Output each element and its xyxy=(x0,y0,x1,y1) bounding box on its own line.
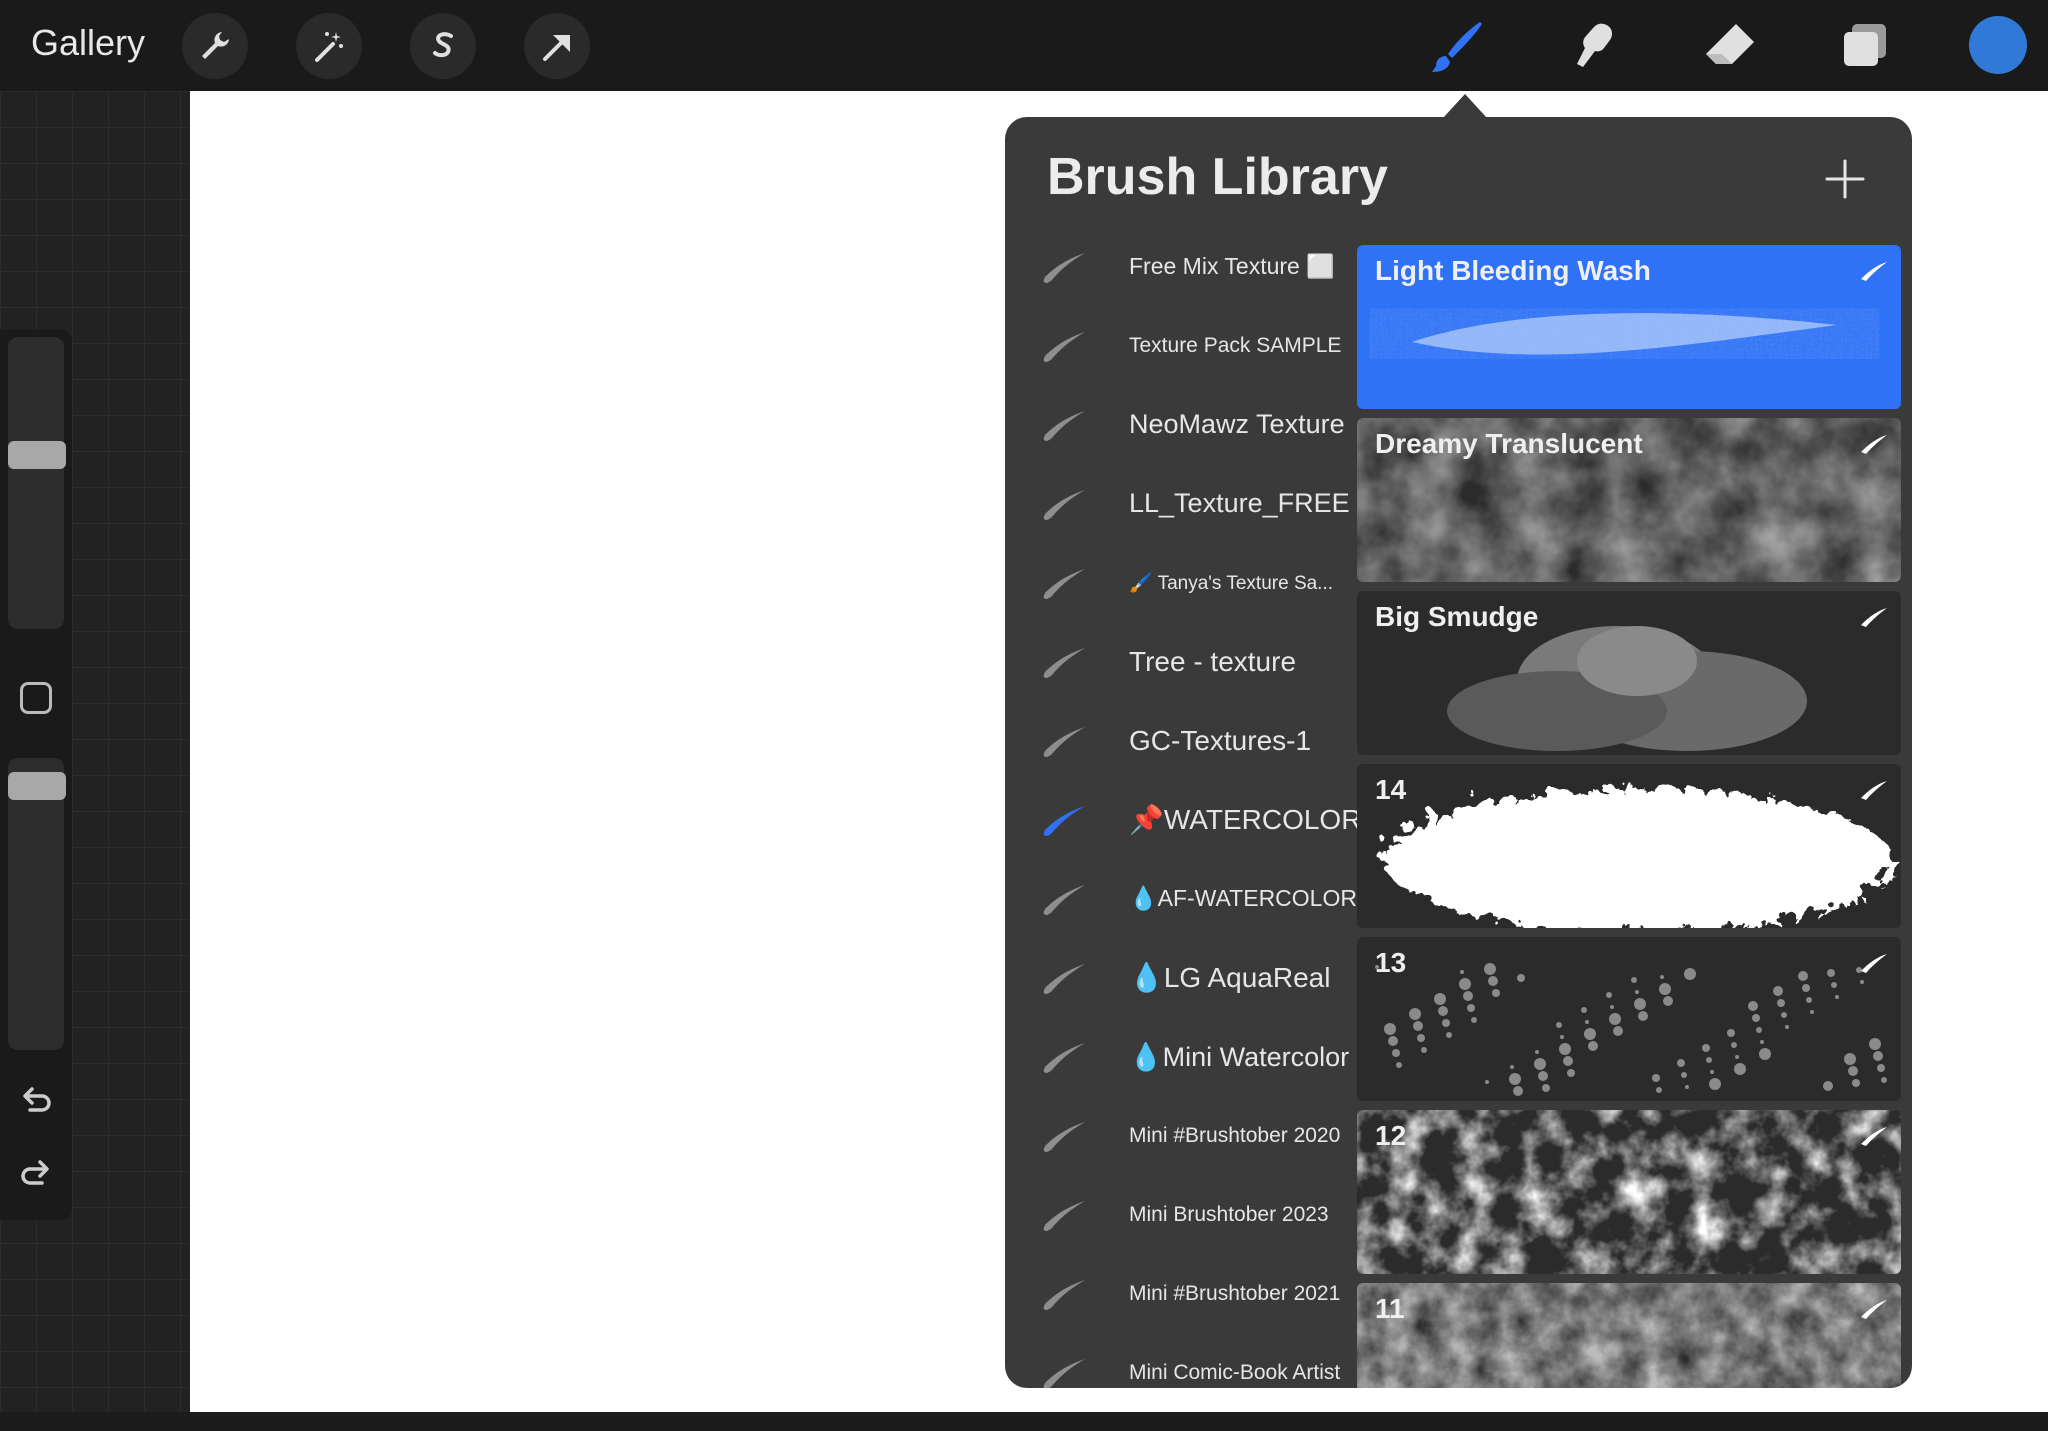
brush-set-stack-icon xyxy=(1043,1043,1085,1073)
brush-name: Light Bleeding Wash xyxy=(1375,255,1651,286)
brush-set-label: Mini #Brushtober 2021 xyxy=(1129,1281,1341,1305)
brush-card[interactable]: Big Smudge xyxy=(1357,591,1901,755)
color-picker-button[interactable] xyxy=(1969,16,2027,74)
brush-set-item[interactable]: Mini #Brushtober 2020 xyxy=(1005,1096,1355,1175)
brush-set-item[interactable]: GC-Textures-1 xyxy=(1005,701,1355,780)
selection-s-icon[interactable] xyxy=(410,13,476,79)
brush-name: 11 xyxy=(1375,1293,1405,1324)
brush-set-stack-icon xyxy=(1043,332,1085,362)
brush-set-stack-icon xyxy=(1043,1280,1085,1310)
brush-set-label: Mini #Brushtober 2020 xyxy=(1129,1123,1341,1147)
panel-title: Brush Library xyxy=(1047,148,1388,206)
brush-set-stack-icon xyxy=(1043,490,1085,520)
brush-source-icon xyxy=(1861,781,1887,800)
brush-icon[interactable] xyxy=(1426,14,1490,78)
brush-set-stack-icon xyxy=(1043,806,1085,836)
brush-set-item[interactable]: Mini Comic-Book Artist xyxy=(1005,1333,1355,1388)
brush-source-icon xyxy=(1861,262,1887,281)
brush-set-stack-icon xyxy=(1043,648,1085,678)
brush-set-item[interactable]: Texture Pack SAMPLE xyxy=(1005,306,1355,385)
magic-wand-icon[interactable] xyxy=(296,13,362,79)
brush-set-item[interactable]: Mini Brushtober 2023 xyxy=(1005,1175,1355,1254)
brush-source-icon xyxy=(1861,608,1887,627)
modify-button[interactable] xyxy=(20,682,52,714)
brush-set-stack-icon xyxy=(1043,964,1085,994)
brush-set-stack-icon xyxy=(1043,411,1085,441)
brush-name: Dreamy Translucent xyxy=(1375,428,1643,459)
brush-source-icon xyxy=(1861,1127,1887,1146)
brush-stroke-preview xyxy=(1377,782,1887,926)
brush-set-label: 🖌️ Tanya's Texture Sa... xyxy=(1129,572,1334,594)
brush-name: 12 xyxy=(1375,1120,1407,1151)
brush-name: 14 xyxy=(1375,774,1407,805)
canvas-bottom-strip xyxy=(0,1412,2048,1431)
brush-set-stack-icon xyxy=(1043,885,1085,915)
brush-set-label: 💧LG AquaReal xyxy=(1129,962,1331,993)
brush-set-item[interactable]: 💧AF-WATERCOLOR xyxy=(1005,859,1357,938)
brush-set-label: Free Mix Texture ⬜ xyxy=(1129,253,1335,279)
brush-set-stack-icon xyxy=(1043,569,1085,599)
brush-name: Big Smudge xyxy=(1375,601,1539,632)
brush-set-label: Tree - texture xyxy=(1129,645,1297,677)
brush-name: 13 xyxy=(1375,947,1407,978)
undo-icon[interactable] xyxy=(18,1082,54,1118)
brush-set-item[interactable]: Free Mix Texture ⬜ xyxy=(1005,227,1355,306)
panel-pointer xyxy=(1443,94,1487,118)
brush-set-item[interactable]: LL_Texture_FREE xyxy=(1005,464,1355,543)
brush-size-thumb[interactable] xyxy=(8,441,66,469)
brush-set-stack-icon xyxy=(1043,727,1085,757)
eraser-icon[interactable] xyxy=(1698,14,1762,78)
opacity-slider[interactable] xyxy=(8,758,64,1050)
brush-source-icon xyxy=(1861,435,1887,454)
brush-set-item[interactable]: 📌WATERCOLOR xyxy=(1005,780,1359,859)
brush-stroke-preview xyxy=(1375,963,1887,1096)
brush-set-label: LL_Texture_FREE xyxy=(1129,488,1350,518)
wrench-icon[interactable] xyxy=(182,13,248,79)
brush-set-item[interactable]: 💧Mini Watercolor xyxy=(1005,1017,1355,1096)
brush-source-icon xyxy=(1861,954,1887,973)
layers-icon[interactable] xyxy=(1834,14,1898,78)
brush-set-stack-icon xyxy=(1043,1201,1085,1231)
brush-set-stack-icon xyxy=(1043,253,1085,283)
gallery-button[interactable]: Gallery xyxy=(31,22,145,64)
brush-card[interactable]: 12 xyxy=(1357,1110,1901,1274)
brush-stroke-preview xyxy=(1367,1110,1887,1274)
brush-card[interactable]: Dreamy Translucent xyxy=(1357,418,1901,582)
transform-arrow-icon[interactable] xyxy=(524,13,590,79)
brush-set-label: GC-Textures-1 xyxy=(1129,724,1312,756)
opacity-thumb[interactable] xyxy=(8,772,66,800)
brush-set-label: 💧Mini Watercolor xyxy=(1129,1041,1350,1072)
brush-set-item[interactable]: 🖌️ Tanya's Texture Sa... xyxy=(1005,543,1355,622)
redo-icon[interactable] xyxy=(18,1155,54,1191)
brush-set-item[interactable]: NeoMawz Texture xyxy=(1005,385,1355,464)
brush-set-label: 💧AF-WATERCOLOR xyxy=(1129,885,1357,911)
brush-set-stack-icon xyxy=(1043,1122,1085,1152)
brush-set-item[interactable]: 💧LG AquaReal xyxy=(1005,938,1355,1017)
brush-card[interactable]: 14 xyxy=(1357,764,1901,928)
brush-library-panel: Brush Library Free Mix Texture ⬜ Texture … xyxy=(1005,117,1912,1388)
add-brush-icon[interactable] xyxy=(1823,157,1867,201)
brush-set-label: Mini Comic-Book Artist xyxy=(1129,1360,1341,1384)
brush-card[interactable]: 11 xyxy=(1357,1283,1901,1388)
brush-source-icon xyxy=(1861,1300,1887,1319)
left-sidebar xyxy=(0,330,72,1220)
brush-list[interactable]: Light Bleeding Wash Dreamy Translucent Big… xyxy=(1357,245,1901,1388)
brush-stroke-preview xyxy=(1367,1283,1887,1388)
brush-set-item[interactable]: Mini #Brushtober 2021 xyxy=(1005,1254,1355,1333)
brush-card[interactable]: 13 xyxy=(1357,937,1901,1101)
brush-size-slider[interactable] xyxy=(8,337,64,629)
brush-card[interactable]: Light Bleeding Wash xyxy=(1357,245,1901,409)
brush-set-label: 📌WATERCOLOR xyxy=(1129,804,1359,835)
brush-set-label: Texture Pack SAMPLE xyxy=(1129,333,1342,357)
brush-set-label: NeoMawz Texture xyxy=(1129,409,1345,439)
brush-set-item[interactable]: Tree - texture xyxy=(1005,622,1355,701)
smudge-icon[interactable] xyxy=(1562,14,1626,78)
brush-set-list[interactable]: Free Mix Texture ⬜ Texture Pack SAMPLE Neo… xyxy=(1005,227,1359,1388)
brush-set-label: Mini Brushtober 2023 xyxy=(1129,1202,1329,1226)
brush-set-stack-icon xyxy=(1043,1359,1085,1388)
top-toolbar: Gallery xyxy=(0,0,2048,91)
